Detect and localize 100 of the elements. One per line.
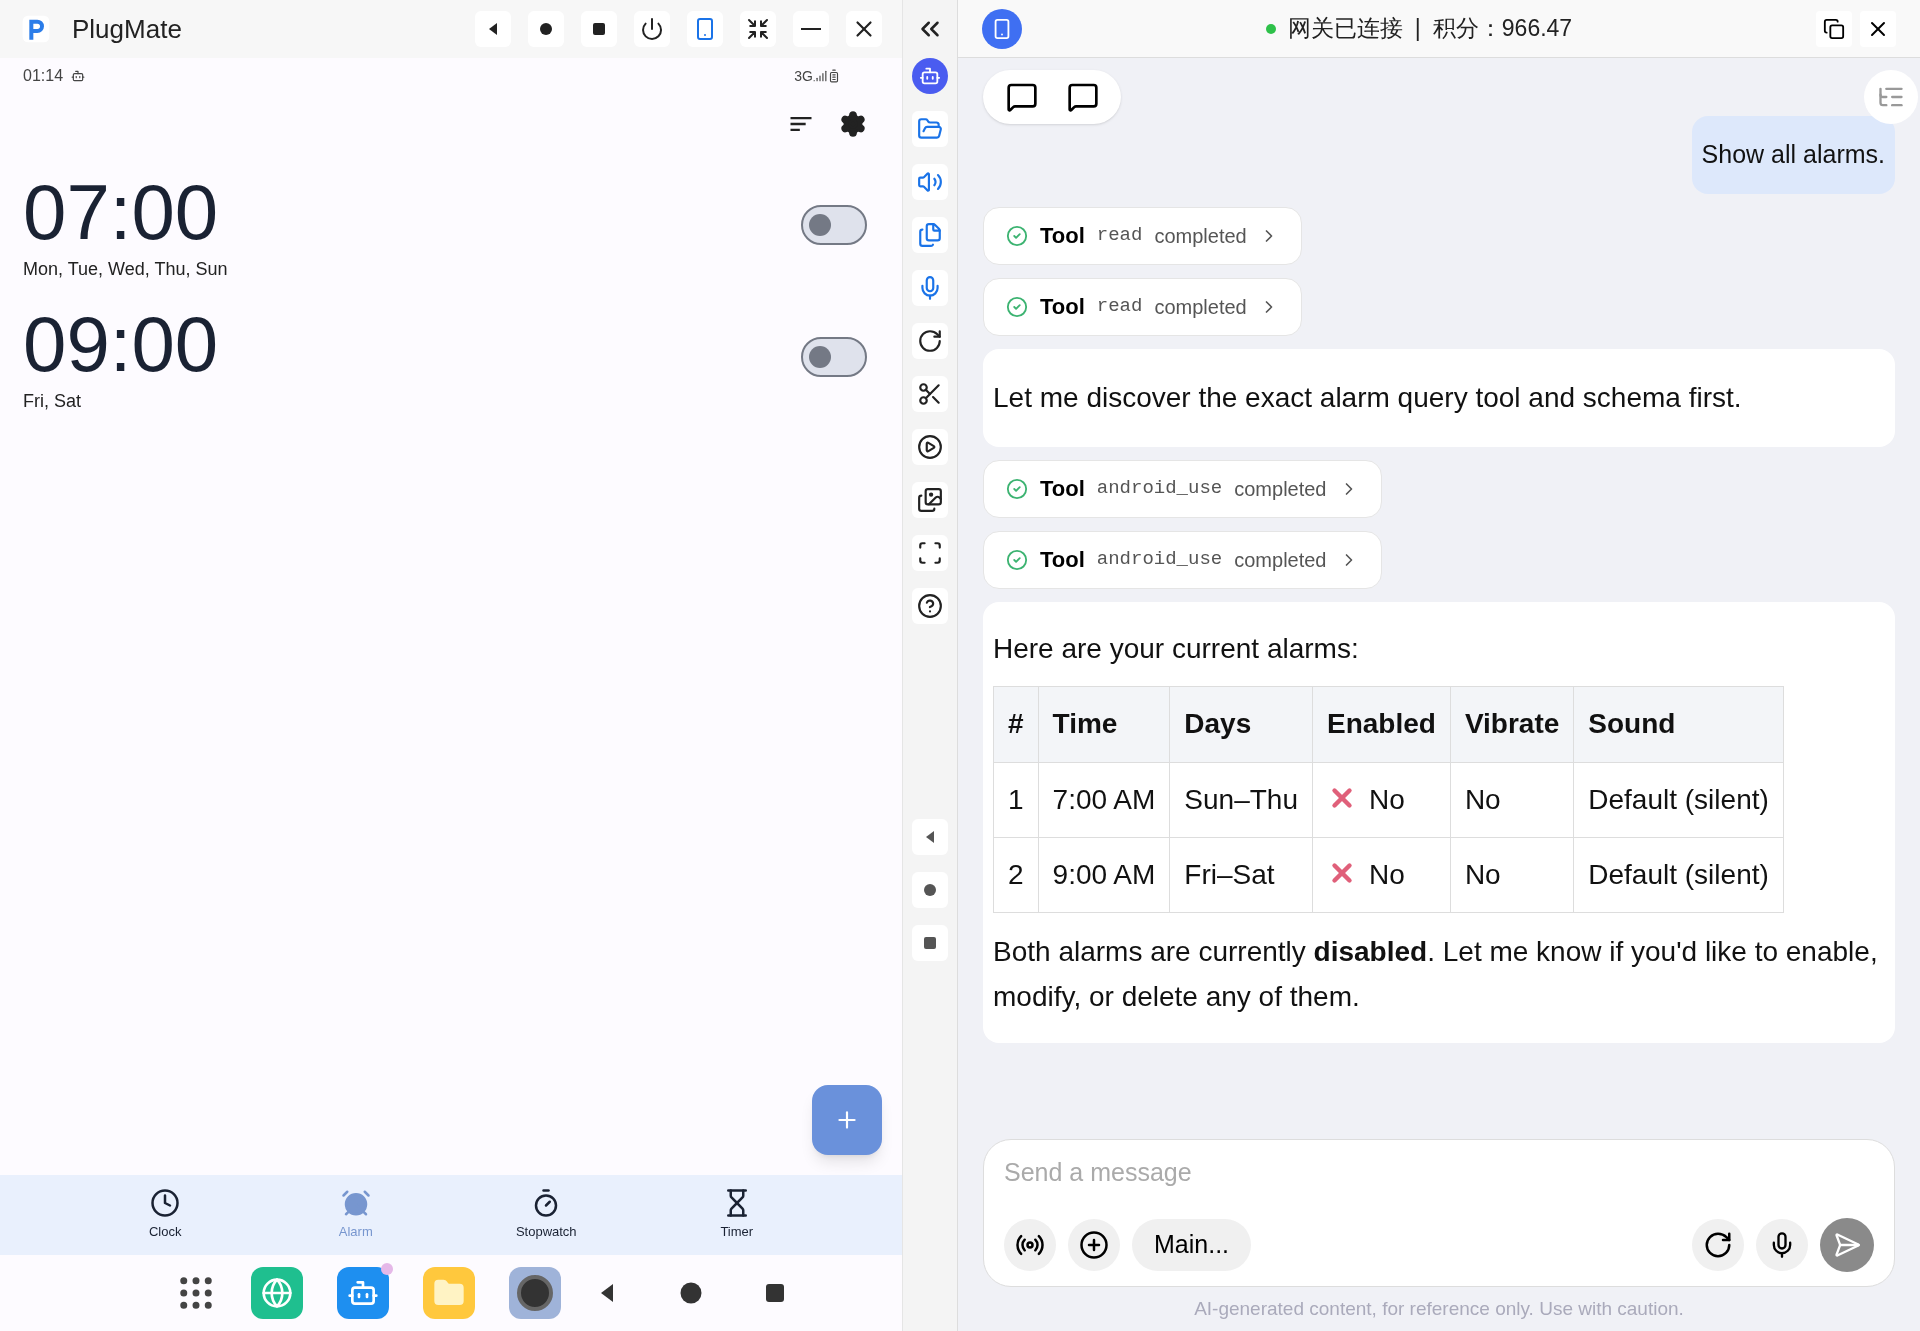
rotate-icon [917,328,943,354]
column-header: Time [1038,686,1170,762]
restore-icon [1823,17,1845,40]
send-button[interactable] [1820,1217,1874,1272]
camera-app-icon[interactable] [509,1267,561,1319]
message-input[interactable]: Send a message [1004,1153,1874,1191]
table-cell: 9:00 AM [1038,837,1170,912]
disclaimer-text: AI-generated content, for reference only. Use with caution. [1193,1296,1685,1321]
tool-call-item[interactable]: Tool android_use completed [983,530,1382,589]
table-cell: 2 [993,837,1039,912]
power-button[interactable] [634,11,670,47]
assistant-message: Let me discover the exact alarm query tool and schema first. [983,348,1895,447]
settings-icon[interactable] [839,110,867,138]
column-header: Enabled [1312,686,1451,762]
battery-icon [827,69,841,83]
column-header: Sound [1573,686,1784,762]
minimize-button[interactable] [793,11,829,47]
add-alarm-button[interactable] [812,1085,882,1155]
table-cell: Default (silent) [1573,762,1784,837]
status-time: 01:14 [23,66,64,86]
check-icon [1006,477,1028,500]
folder-icon [917,116,943,142]
intro-text: Here are your current alarms: [993,631,1360,666]
app-logo-icon [20,13,52,45]
alarm-days: Fri, Sat [23,387,219,415]
scissors-button[interactable] [912,376,948,412]
fullscreen-icon [917,540,943,566]
column-header: Days [1169,686,1313,762]
power-icon [640,17,664,41]
tool-call-item[interactable]: Tool read completed [983,206,1302,265]
table-cell: No [1450,762,1574,837]
recents-button[interactable] [912,925,948,961]
image-icon [917,487,943,513]
table-cell: Fri–Sat [1169,837,1313,912]
play-button[interactable] [912,429,948,465]
shrink-icon [746,17,770,41]
device-avatar[interactable] [982,8,1022,49]
table-cell: No [1312,837,1451,912]
alarm-time[interactable]: 09:00 [23,299,219,388]
fullscreen-button[interactable] [912,535,948,571]
table-cell: Default (silent) [1573,837,1784,912]
alarm-time[interactable]: 07:00 [23,167,228,256]
home-button[interactable] [528,11,564,47]
signal-icon [813,69,827,83]
files-icon [917,222,943,248]
robot-avatar[interactable] [912,58,948,94]
table-cell: No [1312,762,1451,837]
back-button[interactable] [475,11,511,47]
home-icon [538,21,554,37]
recents-icon [591,21,607,37]
home-icon [922,882,938,898]
back-button[interactable] [912,819,948,855]
column-header: Vibrate [1450,686,1574,762]
user-message: Show all alarms. [1691,116,1895,194]
table-cell: 1 [993,762,1039,837]
help-button[interactable] [912,588,948,624]
nav-tab[interactable]: Clock [105,1188,226,1242]
android-icon [71,69,86,83]
outro-text: Both alarms are currently disabled. Let me know if you'd like to enable, modify, or delete any of them. [993,934,1879,1014]
model-selector[interactable]: Main... [1132,1218,1252,1271]
table-cell: Sun–Thu [1169,762,1313,837]
separator-text: | [1414,14,1421,44]
table-cell: 7:00 AM [1038,762,1170,837]
minimize-icon [801,28,821,30]
nav-tab[interactable]: Timer [676,1188,797,1242]
column-header: # [993,686,1039,762]
network-label: 3G [794,66,813,86]
alarm-toggle[interactable] [801,337,867,377]
rotate-button[interactable] [912,323,948,359]
tool-call-item[interactable]: Tool android_use completed [983,459,1382,518]
scissors-icon [917,381,943,407]
image-button[interactable] [912,482,948,518]
speaker-icon [917,169,943,195]
device-button[interactable] [687,11,723,47]
window-title: PlugMate [72,12,182,46]
connection-status: 网关已连接 [1287,14,1403,44]
help-icon [917,593,943,619]
close-button[interactable] [1860,10,1896,47]
nav-tab[interactable]: Stopwatch [486,1188,607,1242]
shrink-button[interactable] [740,11,776,47]
files-button[interactable] [912,217,948,253]
check-icon [1006,295,1028,318]
tool-call-item[interactable]: Tool read completed [983,277,1302,336]
recents-button[interactable] [581,11,617,47]
clock-icon [150,1188,181,1219]
close-button[interactable] [846,11,882,47]
plus-icon [1079,1229,1109,1260]
recents-icon [922,935,938,951]
alarm-toggle[interactable] [801,205,867,245]
points-label: 积分：966.47 [1432,14,1573,44]
check-icon [1006,224,1028,247]
play-icon [917,434,943,460]
home-button[interactable] [912,872,948,908]
speaker-button[interactable] [912,164,948,200]
restore-button[interactable] [1816,10,1852,47]
folder-button[interactable] [912,111,948,147]
table-cell: No [1450,837,1574,912]
recents-icon[interactable] [763,1281,787,1305]
send-icon [1833,1230,1861,1259]
alarm-days: Mon, Tue, Wed, Thu, Sun [23,255,228,283]
